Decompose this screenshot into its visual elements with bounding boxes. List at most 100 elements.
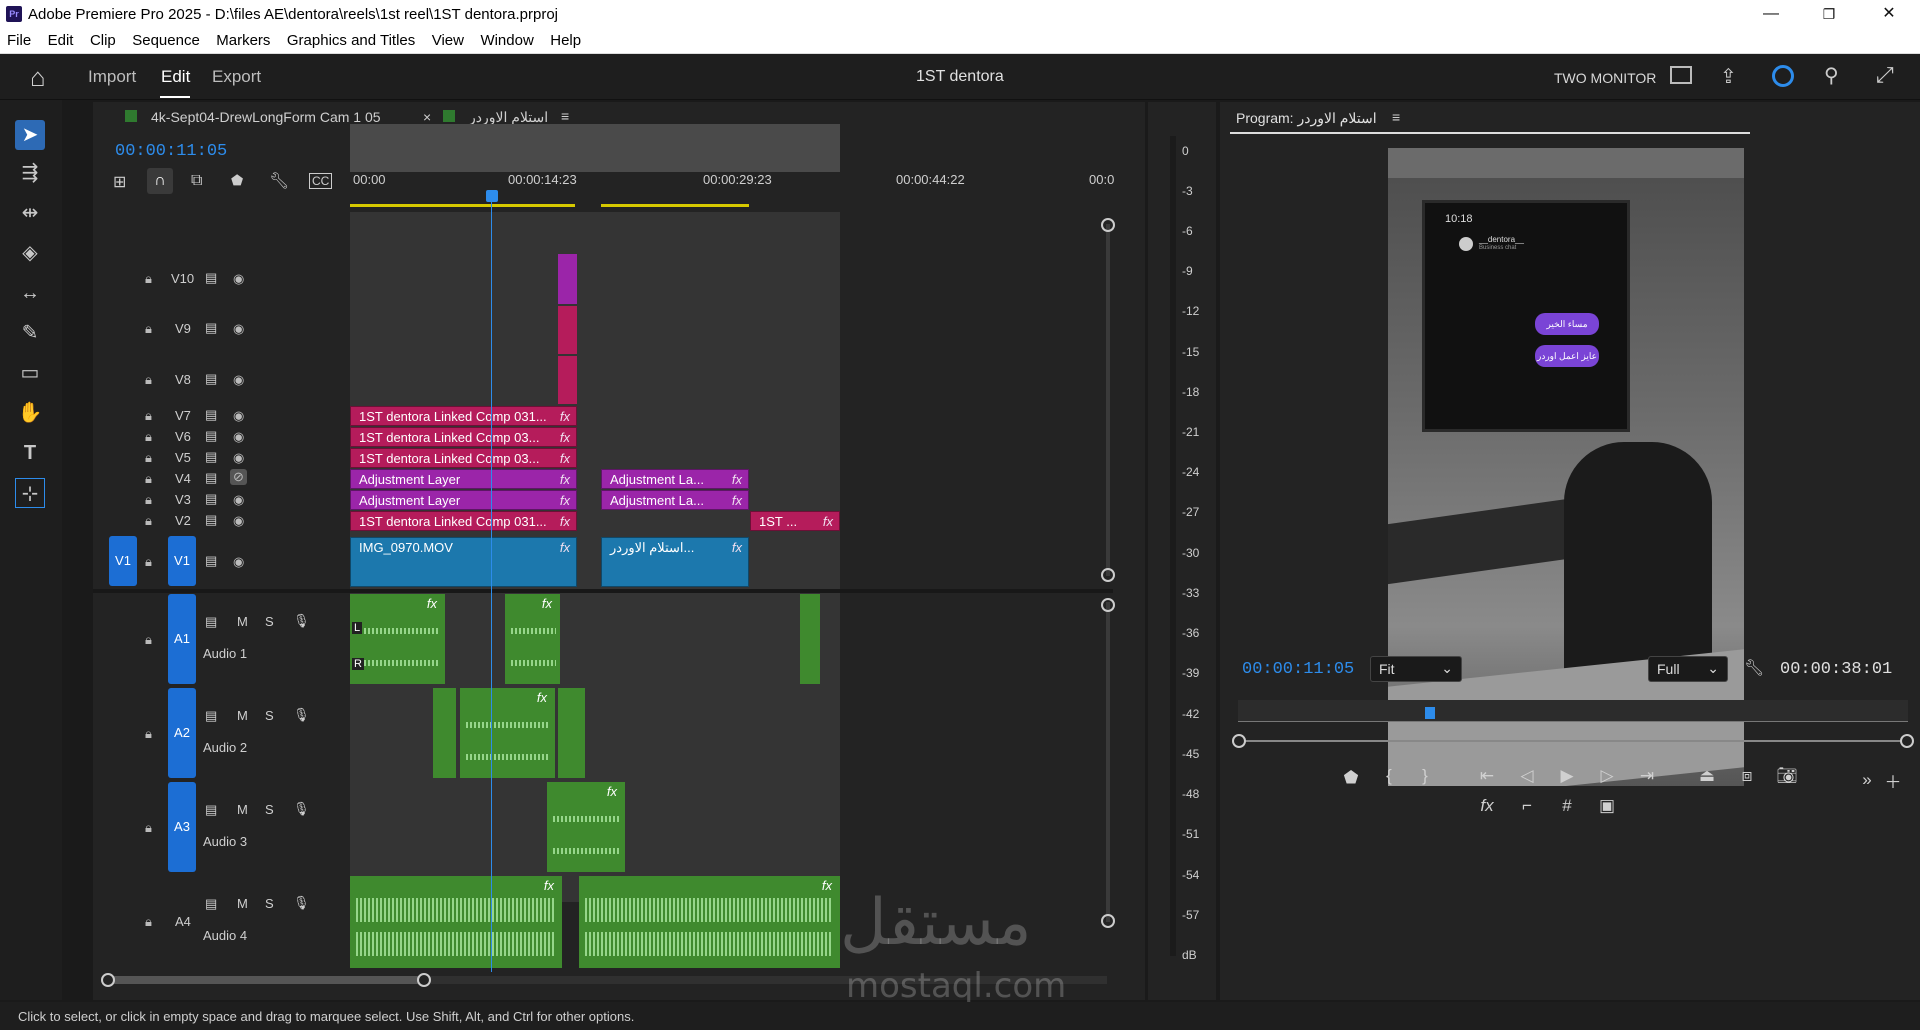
eye-icon[interactable]: ◉ (233, 450, 244, 466)
sync-lock-icon[interactable]: ▤ (205, 320, 217, 336)
ripple-edit-tool-icon[interactable]: ⇹ (15, 198, 45, 228)
lock-icon[interactable]: 🔒︎ (145, 632, 152, 648)
effects-fx-icon[interactable]: fx (1474, 796, 1500, 816)
sync-lock-icon[interactable]: ▤ (205, 708, 217, 724)
solo-button[interactable]: S (265, 614, 274, 629)
sync-lock-icon[interactable]: ▤ (205, 270, 217, 286)
program-timecode[interactable]: 00:00:11:05 (1242, 660, 1354, 679)
track-name[interactable]: V5 (175, 450, 191, 465)
play-icon[interactable]: ▶ (1554, 766, 1580, 786)
horizontal-scroll-thumb[interactable] (107, 976, 427, 984)
scroll-handle[interactable] (101, 973, 115, 987)
progress-icon[interactable] (1772, 65, 1794, 87)
mute-button[interactable]: M (237, 802, 248, 817)
microphone-icon[interactable]: 🎙︎ (293, 801, 310, 817)
rectangle-tool-icon[interactable]: ▭ (15, 358, 45, 388)
export-frame-camera-icon[interactable]: 📷︎ (1774, 766, 1800, 786)
mark-in-icon[interactable]: { (1376, 766, 1402, 786)
share-icon[interactable]: ⇪ (1720, 64, 1737, 89)
clip-v3-adjustment-2[interactable]: Adjustment La... fx (601, 490, 749, 510)
lock-icon[interactable]: 🔒︎ (145, 450, 152, 466)
audio-clip-a1-c[interactable] (800, 594, 820, 684)
sync-lock-icon[interactable]: ▤ (205, 428, 217, 444)
audio-clip-a1[interactable]: L R fx (350, 594, 445, 684)
lock-icon[interactable]: 🔒︎ (145, 726, 152, 742)
menu-help[interactable]: Help (550, 28, 581, 49)
menu-clip[interactable]: Clip (90, 28, 116, 49)
scroll-handle[interactable] (1232, 734, 1246, 748)
workspace-selector[interactable]: TWO MONITOR (1554, 70, 1656, 86)
safe-margins-icon[interactable]: ⌐ (1514, 796, 1540, 816)
track-name[interactable]: V2 (175, 513, 191, 528)
close-tab-icon[interactable]: × (423, 109, 431, 125)
lock-icon[interactable]: 🔒︎ (145, 554, 152, 570)
track-name[interactable]: V7 (175, 408, 191, 423)
scroll-handle[interactable] (1101, 568, 1115, 582)
extract-icon[interactable]: ⧈ (1734, 766, 1760, 786)
clip-v6[interactable]: 1ST dentora Linked Comp 03... fx (350, 427, 577, 447)
button-editor-plus-icon[interactable]: ＋ (1880, 768, 1906, 793)
lock-icon[interactable]: 🔒︎ (145, 321, 152, 337)
lock-icon[interactable]: 🔒︎ (145, 372, 152, 388)
solo-button[interactable]: S (265, 802, 274, 817)
nav-edit[interactable]: Edit (161, 67, 190, 87)
eye-icon[interactable]: ◉ (233, 372, 244, 388)
microphone-icon[interactable]: 🎙︎ (293, 707, 310, 723)
eye-icon[interactable]: ◉ (233, 321, 244, 337)
audio-clip-a4-b[interactable]: fx (579, 876, 840, 968)
lock-icon[interactable]: 🔒︎ (145, 914, 152, 930)
clip-v5[interactable]: 1ST dentora Linked Comp 03... fx (350, 448, 577, 468)
audio-track-name[interactable]: Audio 2 (203, 740, 247, 755)
razor-tool-icon[interactable]: ◈ (15, 238, 45, 268)
sync-lock-icon[interactable]: ▤ (205, 614, 217, 630)
menu-file[interactable]: File (7, 28, 31, 49)
eye-icon[interactable]: ◉ (233, 513, 244, 529)
audio-clip-a4[interactable]: fx (350, 876, 562, 968)
search-help-icon[interactable]: ⚲ (1824, 63, 1839, 88)
lock-icon[interactable]: 🔒︎ (145, 820, 152, 836)
menu-view[interactable]: View (432, 28, 464, 49)
lock-icon[interactable]: 🔒︎ (145, 271, 152, 287)
sync-lock-icon[interactable]: ▤ (205, 512, 217, 528)
audio-clip-a1-b[interactable]: fx (505, 594, 560, 684)
clip-v9[interactable] (558, 306, 577, 354)
track-name[interactable]: V6 (175, 429, 191, 444)
sync-lock-icon[interactable]: ▤ (205, 407, 217, 423)
sync-lock-icon[interactable]: ▤ (205, 553, 217, 569)
step-forward-icon[interactable]: ▷ (1594, 766, 1620, 786)
menu-sequence[interactable]: Sequence (132, 28, 200, 49)
lock-icon[interactable]: 🔒︎ (145, 429, 152, 445)
lock-icon[interactable]: 🔒︎ (145, 471, 152, 487)
menu-graphics[interactable]: Graphics and Titles (287, 28, 415, 49)
video-frame[interactable]: 10:18 __dentora__ Business chat مساء الخ… (1388, 148, 1744, 786)
sync-lock-icon[interactable]: ▤ (205, 470, 217, 486)
track-name[interactable]: V4 (175, 471, 191, 486)
playhead-handle[interactable] (486, 190, 498, 202)
go-to-in-icon[interactable]: ⇤ (1474, 766, 1500, 786)
eye-icon[interactable]: ◉ (233, 429, 244, 445)
panel-layout-icon[interactable] (1670, 66, 1692, 84)
track-name[interactable]: V9 (175, 321, 191, 336)
clip-v1-img0970[interactable]: IMG_0970.MOV fx (350, 537, 577, 587)
selection-tool-icon[interactable]: ➤ (15, 120, 45, 150)
type-tool-icon[interactable]: T (15, 438, 45, 468)
source-patch-v1[interactable]: V1 (109, 536, 137, 586)
audio-clip-a2-c[interactable] (558, 688, 585, 778)
generative-extend-tool-icon[interactable]: ⊹ (15, 478, 45, 508)
step-back-icon[interactable]: ◁ (1514, 766, 1540, 786)
clip-v3-adjustment[interactable]: Adjustment Layer fx (350, 490, 577, 510)
audio-track-name[interactable]: Audio 1 (203, 646, 247, 661)
grid-icon[interactable]: # (1554, 796, 1580, 816)
sync-lock-icon[interactable]: ▤ (205, 449, 217, 465)
audio-track-name[interactable]: Audio 4 (203, 928, 247, 943)
sync-lock-icon[interactable]: ▤ (205, 896, 217, 912)
audio-clip-a3[interactable]: fx (547, 782, 625, 872)
menu-window[interactable]: Window (480, 28, 533, 49)
lock-icon[interactable]: 🔒︎ (145, 513, 152, 529)
home-icon[interactable]: ⌂ (30, 62, 46, 93)
track-name[interactable]: V10 (171, 271, 194, 286)
video-audio-divider[interactable] (93, 589, 1113, 593)
sync-lock-icon[interactable]: ▤ (205, 371, 217, 387)
track-name[interactable]: V3 (175, 492, 191, 507)
mute-button[interactable]: M (237, 614, 248, 629)
